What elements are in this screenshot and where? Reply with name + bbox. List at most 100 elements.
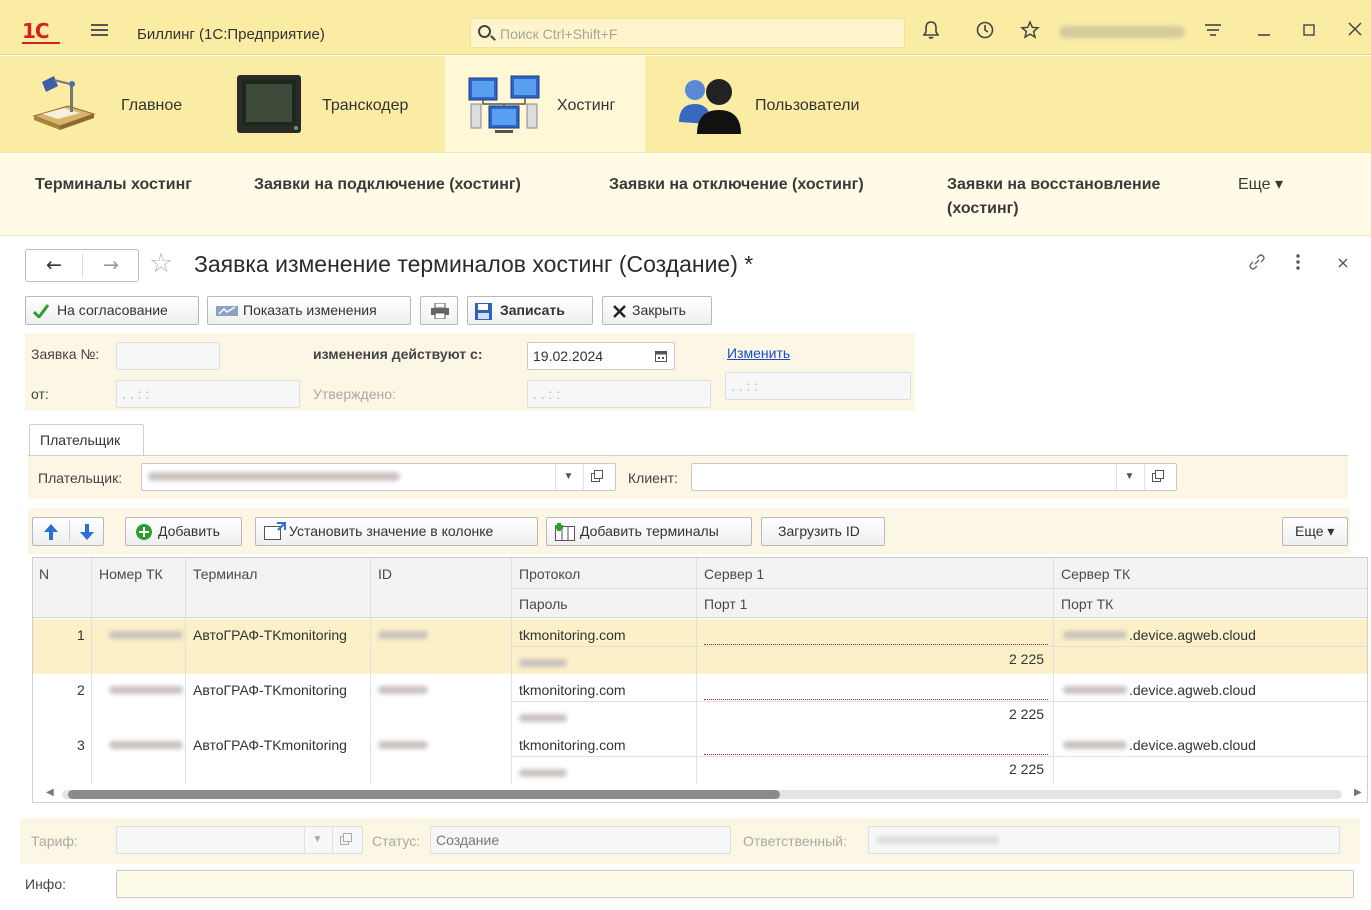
set-column-value-button[interactable]: Установить значение в колонке	[255, 517, 538, 546]
forward-arrow-icon[interactable]: →	[83, 254, 139, 276]
fill-column-icon	[264, 522, 286, 540]
close-label: Закрыть	[632, 302, 686, 318]
nav-restore-requests[interactable]: Заявки на восстановление	[947, 174, 1160, 196]
server-tk-cell: .device.agweb.cloud	[1129, 627, 1256, 643]
col-terminal[interactable]: Терминал	[193, 566, 257, 582]
from-date-field[interactable]: . . : :	[116, 380, 300, 408]
link-icon[interactable]	[1247, 252, 1267, 277]
section-transcoder[interactable]: Транскодер	[222, 56, 437, 152]
calendar-icon[interactable]	[655, 350, 667, 362]
close-button[interactable]: Закрыть	[602, 296, 712, 325]
col-port1[interactable]: Порт 1	[704, 596, 747, 612]
bell-icon[interactable]	[920, 20, 942, 44]
col-password[interactable]: Пароль	[519, 596, 568, 612]
tk-number-blurred	[109, 631, 183, 639]
open-icon[interactable]	[1144, 464, 1170, 490]
star-icon[interactable]	[1019, 20, 1041, 44]
add-row-button[interactable]: Добавить	[125, 517, 242, 546]
section-main[interactable]: Главное	[0, 56, 215, 152]
server-tk-prefix-blurred	[1063, 631, 1127, 639]
checkmark-icon	[33, 304, 49, 318]
user-name-blurred[interactable]	[1059, 26, 1185, 38]
dropdown-arrow-icon[interactable]: ▼	[304, 827, 330, 853]
menu-icon[interactable]	[91, 24, 108, 36]
col-server1[interactable]: Сервер 1	[704, 566, 764, 582]
search-placeholder: Поиск Ctrl+Shift+F	[500, 26, 618, 42]
scroll-right-icon[interactable]: ▶	[1354, 787, 1362, 798]
users-icon	[679, 79, 741, 134]
add-label: Добавить	[158, 523, 220, 539]
payer-field[interactable]: ▼	[141, 463, 616, 491]
terminal-cell: АвтоГРАФ-TKmonitoring	[193, 682, 347, 698]
dropdown-arrow-icon[interactable]: ▼	[1116, 464, 1142, 490]
col-protocol[interactable]: Протокол	[519, 566, 580, 582]
save-button[interactable]: Записать	[467, 296, 593, 325]
info-field[interactable]	[116, 870, 1354, 898]
nav-restore-requests-line2[interactable]: (хостинг)	[947, 198, 1019, 220]
app-title: Биллинг (1С:Предприятие)	[137, 26, 325, 43]
terminal-cell: АвтоГРАФ-TKmonitoring	[193, 737, 347, 753]
col-id[interactable]: ID	[378, 566, 392, 582]
client-field[interactable]: ▼	[691, 463, 1177, 491]
history-icon[interactable]	[974, 20, 996, 44]
approved-date-field[interactable]: . . : :	[527, 380, 711, 408]
scroll-thumb[interactable]	[68, 790, 780, 799]
effective-date-label: изменения действуют с:	[313, 346, 483, 362]
favorite-star-icon[interactable]: ☆	[149, 248, 173, 279]
nav-connection-requests[interactable]: Заявки на подключение (хостинг)	[254, 174, 521, 196]
server1-required-marker	[704, 644, 1048, 645]
search-icon	[478, 25, 491, 38]
open-icon[interactable]	[332, 827, 358, 853]
table-more-button[interactable]: Еще ▾	[1282, 517, 1348, 546]
change-date-field[interactable]: . . : :	[725, 372, 911, 400]
minimize-icon[interactable]	[1253, 20, 1275, 44]
col-server-tk[interactable]: Сервер ТК	[1061, 566, 1130, 582]
table-add-icon	[555, 523, 575, 541]
status-field[interactable]: Создание	[430, 826, 731, 854]
search-input[interactable]: Поиск Ctrl+Shift+F	[470, 18, 905, 48]
status-label: Статус:	[372, 833, 421, 849]
terminals-table[interactable]: N Номер ТК Терминал ID Протокол Пароль С…	[32, 557, 1368, 803]
print-button[interactable]	[420, 296, 458, 325]
col-n[interactable]: N	[39, 566, 49, 582]
plus-circle-icon	[136, 524, 152, 540]
show-changes-label: Показать изменения	[243, 302, 377, 318]
col-port-tk[interactable]: Порт ТК	[1061, 596, 1113, 612]
nav-more-button[interactable]: Еще ▾	[1238, 174, 1283, 194]
move-up-button[interactable]	[33, 518, 69, 545]
effective-date-field[interactable]: 19.02.2024	[527, 342, 675, 370]
approve-button[interactable]: На согласование	[25, 296, 199, 325]
nav-disconnection-requests[interactable]: Заявки на отключение (хостинг)	[609, 174, 864, 196]
scroll-left-icon[interactable]: ◀	[46, 787, 54, 798]
row-number: 2	[77, 682, 85, 698]
protocol-cell: tkmonitoring.com	[519, 737, 626, 753]
form-close-icon[interactable]	[1336, 252, 1350, 277]
section-label: Транскодер	[322, 97, 409, 114]
show-changes-button[interactable]: Показать изменения	[207, 296, 411, 325]
load-id-button[interactable]: Загрузить ID	[761, 517, 885, 546]
horizontal-scrollbar[interactable]: ◀ ▶	[32, 786, 1368, 803]
dropdown-arrow-icon[interactable]: ▼	[555, 464, 581, 490]
close-icon[interactable]	[1344, 20, 1366, 44]
open-icon[interactable]	[583, 464, 609, 490]
request-number-field[interactable]	[116, 342, 220, 370]
section-users[interactable]: Пользователи	[653, 56, 903, 152]
tariff-field[interactable]: ▼	[116, 826, 363, 854]
port1-cell: 2 225	[1009, 651, 1045, 667]
add-terminals-button[interactable]: Добавить терминалы	[546, 517, 752, 546]
col-tk-number[interactable]: Номер ТК	[99, 566, 163, 582]
sections-panel: Главное Транскодер Хостинг Пользователи	[0, 56, 1371, 152]
change-link[interactable]: Изменить	[727, 345, 790, 361]
app-logo: 1С	[22, 20, 64, 44]
section-hosting[interactable]: Хостинг	[445, 56, 645, 152]
settings-icon[interactable]	[1202, 20, 1224, 44]
move-down-button[interactable]	[70, 518, 105, 545]
more-actions-icon[interactable]	[1293, 252, 1303, 277]
monitor-icon	[237, 75, 301, 133]
nav-hosting-terminals[interactable]: Терминалы хостинг	[35, 174, 192, 196]
back-arrow-icon[interactable]: ←	[26, 254, 82, 276]
maximize-icon[interactable]	[1298, 20, 1320, 44]
tab-payer[interactable]: Плательщик	[29, 424, 144, 456]
close-x-icon	[613, 305, 626, 318]
responsible-field[interactable]	[868, 826, 1340, 854]
